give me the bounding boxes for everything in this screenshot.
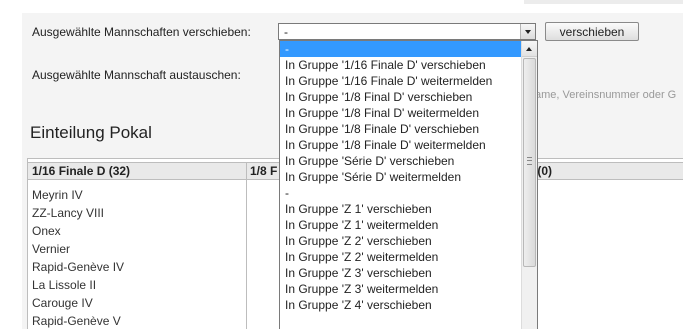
- column-divider: [246, 162, 247, 329]
- team-item[interactable]: Meyrin IV: [32, 188, 83, 202]
- dropdown-option[interactable]: In Gruppe 'Z 1' verschieben: [280, 201, 521, 217]
- dropdown-option[interactable]: In Gruppe 'Série D' weitermelden: [280, 169, 521, 185]
- column-header-2: 1/8 F: [250, 164, 278, 178]
- dropdown-option[interactable]: In Gruppe 'Z 2' verschieben: [280, 233, 521, 249]
- dropdown-option[interactable]: -: [280, 185, 521, 201]
- dropdown-option[interactable]: In Gruppe '1/8 Final D' verschieben: [280, 89, 521, 105]
- move-teams-label: Ausgewählte Mannschaften verschieben:: [32, 25, 251, 39]
- dropdown-option[interactable]: In Gruppe '1/16 Finale D' weitermelden: [280, 73, 521, 89]
- move-target-select[interactable]: -: [278, 23, 536, 40]
- dropdown-option[interactable]: In Gruppe 'Z 1' weitermelden: [280, 217, 521, 233]
- scrollbar-thumb[interactable]: [523, 58, 536, 267]
- dropdown-scrollbar[interactable]: [521, 41, 537, 329]
- team-item[interactable]: Vernier: [32, 242, 70, 256]
- scroll-up-arrow-icon[interactable]: [522, 41, 537, 57]
- grip-icon: [527, 157, 532, 165]
- dropdown-option[interactable]: -: [280, 41, 521, 57]
- move-target-select-value: -: [284, 25, 288, 39]
- swap-search-placeholder[interactable]: ame, Vereinsnummer oder G: [535, 89, 676, 101]
- team-item[interactable]: ZZ-Lancy VIII: [32, 206, 104, 220]
- top-bar: [524, 0, 683, 4]
- team-item[interactable]: Onex: [32, 224, 61, 238]
- team-item[interactable]: La Lissole II: [32, 278, 96, 292]
- dropdown-option[interactable]: In Gruppe 'Z 2' weitermelden: [280, 249, 521, 265]
- dropdown-option[interactable]: In Gruppe '1/8 Finale D' weitermelden: [280, 137, 521, 153]
- team-item[interactable]: Carouge IV: [32, 296, 93, 310]
- dropdown-option[interactable]: In Gruppe 'Série D' verschieben: [280, 153, 521, 169]
- move-button[interactable]: verschieben: [545, 22, 639, 41]
- dropdown-option[interactable]: In Gruppe 'Z 3' verschieben: [280, 265, 521, 281]
- dropdown-options: - In Gruppe '1/16 Finale D' verschieben In…: [280, 41, 537, 313]
- dropdown-option[interactable]: In Gruppe 'Z 4' verschieben: [280, 297, 521, 313]
- swap-team-label: Ausgewählte Mannschaft austauschen:: [32, 68, 241, 82]
- chevron-down-icon[interactable]: [520, 24, 535, 39]
- dropdown-option[interactable]: In Gruppe '1/8 Finale D' verschieben: [280, 121, 521, 137]
- team-item[interactable]: Rapid-Genève V: [32, 314, 121, 328]
- move-target-dropdown-list[interactable]: - In Gruppe '1/16 Finale D' verschieben In…: [279, 40, 538, 329]
- column-header-1: 1/16 Finale D (32): [32, 164, 131, 178]
- page-section-title: Einteilung Pokal: [30, 123, 152, 142]
- dropdown-option[interactable]: In Gruppe '1/8 Final D' weitermelden: [280, 105, 521, 121]
- team-item[interactable]: Rapid-Genève IV: [32, 260, 124, 274]
- dropdown-option[interactable]: In Gruppe '1/16 Finale D' verschieben: [280, 57, 521, 73]
- dropdown-option[interactable]: In Gruppe 'Z 3' weitermelden: [280, 281, 521, 297]
